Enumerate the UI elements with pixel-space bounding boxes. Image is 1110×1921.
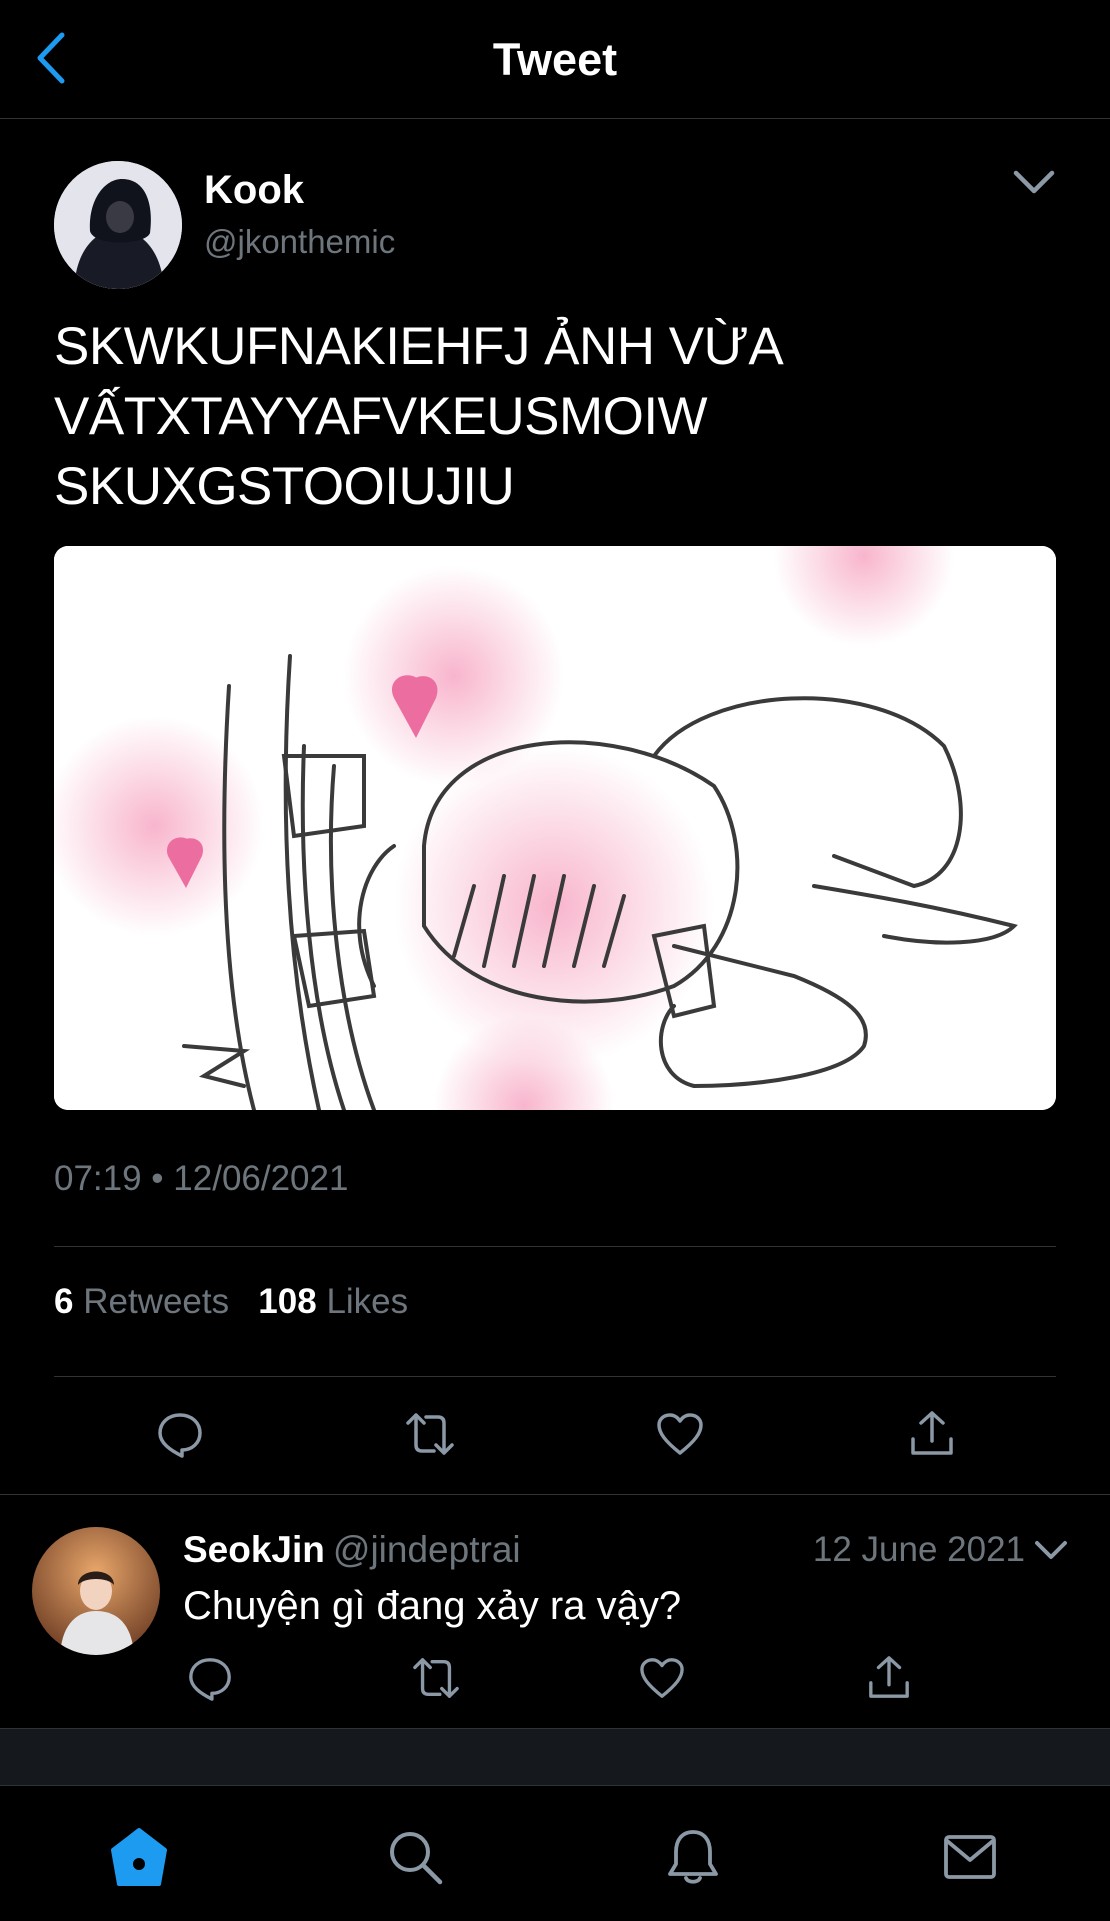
reply-author-avatar[interactable] bbox=[32, 1527, 160, 1655]
divider bbox=[54, 1246, 1056, 1247]
tweet-timestamp: 07:19 • 12/06/2021 bbox=[54, 1159, 349, 1198]
divider bbox=[0, 1494, 1110, 1495]
tab-messages[interactable] bbox=[935, 1822, 1005, 1892]
reply-date: 12 June 2021 bbox=[812, 1530, 1025, 1569]
mail-icon bbox=[944, 1835, 996, 1879]
share-icon bbox=[911, 1411, 953, 1455]
divider bbox=[54, 1376, 1056, 1377]
like-button[interactable] bbox=[652, 1406, 708, 1462]
likes-stat[interactable]: 108 Likes bbox=[258, 1282, 408, 1321]
share-button[interactable] bbox=[904, 1406, 960, 1462]
reply-text: Chuyện gì đang xảy ra vậy? bbox=[183, 1584, 682, 1628]
reply-share-button[interactable] bbox=[861, 1650, 917, 1706]
heart-icon bbox=[657, 1413, 703, 1455]
retweets-stat[interactable]: 6 Retweets bbox=[54, 1282, 239, 1321]
drawing-illustration bbox=[54, 546, 1056, 1110]
retweets-label: Retweets bbox=[83, 1282, 230, 1321]
retweet-icon bbox=[413, 1658, 459, 1698]
reply-header: SeokJin @jindeptrai bbox=[183, 1526, 521, 1574]
reply-button[interactable] bbox=[152, 1406, 208, 1462]
reply-retweet-button[interactable] bbox=[408, 1650, 464, 1706]
retweet-icon bbox=[406, 1413, 454, 1455]
reply-icon bbox=[158, 1413, 202, 1458]
author-handle[interactable]: @jkonthemic bbox=[204, 220, 395, 264]
reply-options-button[interactable] bbox=[1031, 1533, 1071, 1567]
reply-icon bbox=[189, 1658, 231, 1701]
likes-label: Likes bbox=[326, 1282, 409, 1321]
tweet-stats: 6 Retweets 108 Likes bbox=[54, 1280, 408, 1324]
tweet-text: SKWKUFNAKIEHFJ ẢNH VỪA VẤTXTAYYAFVKEUSMO… bbox=[54, 317, 781, 516]
tweet-media-image[interactable] bbox=[54, 546, 1056, 1110]
reply-author-handle[interactable]: @jindeptrai bbox=[333, 1529, 521, 1570]
reply-author-name[interactable]: SeokJin bbox=[183, 1529, 325, 1570]
share-icon bbox=[869, 1656, 909, 1698]
tab-notifications[interactable] bbox=[658, 1822, 728, 1892]
heart-icon bbox=[640, 1658, 684, 1698]
reply-like-button[interactable] bbox=[634, 1650, 690, 1706]
avatar-image bbox=[32, 1527, 160, 1655]
author-name[interactable]: Kook bbox=[204, 166, 304, 214]
reply-reply-button[interactable] bbox=[182, 1650, 238, 1706]
bell-icon bbox=[668, 1830, 718, 1884]
retweet-button[interactable] bbox=[402, 1406, 458, 1462]
tab-home[interactable] bbox=[104, 1822, 174, 1892]
page-title: Tweet bbox=[492, 34, 618, 85]
section-gap bbox=[0, 1729, 1110, 1785]
chevron-down-icon bbox=[1035, 1541, 1067, 1559]
tweet-options-button[interactable] bbox=[1010, 165, 1058, 199]
tab-search[interactable] bbox=[380, 1822, 450, 1892]
chevron-down-icon bbox=[1013, 170, 1055, 194]
retweets-count: 6 bbox=[54, 1282, 74, 1321]
author-avatar[interactable] bbox=[54, 161, 182, 289]
home-icon bbox=[111, 1828, 167, 1886]
likes-count: 108 bbox=[258, 1282, 317, 1321]
search-icon bbox=[390, 1832, 443, 1885]
avatar-image bbox=[54, 161, 182, 289]
